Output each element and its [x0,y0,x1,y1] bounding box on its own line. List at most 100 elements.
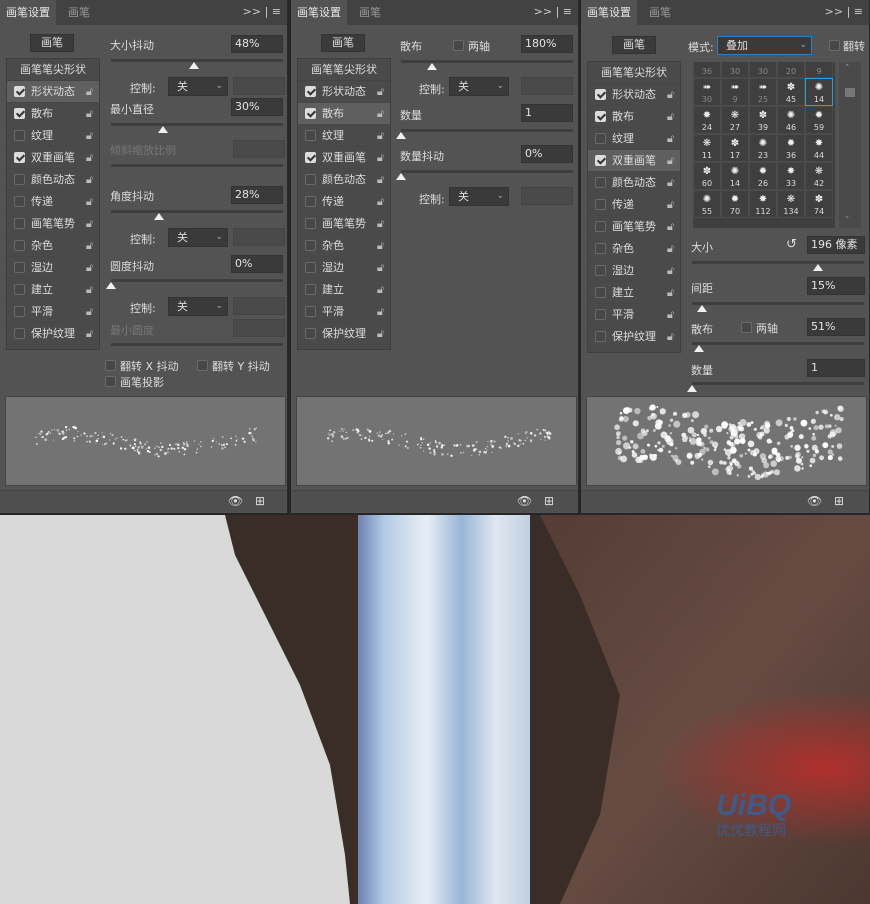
option-checkbox[interactable] [595,89,606,100]
option-checkbox[interactable] [14,152,25,163]
option-checkbox[interactable] [14,284,25,295]
scatter-input[interactable]: 180% [521,35,573,53]
new-brush-icon[interactable]: ⊞ [544,494,554,508]
option-item[interactable]: 形状动态 🔓︎ [588,84,680,106]
brush-tip-shape-item[interactable]: 画笔笔尖形状 [7,59,99,81]
option-checkbox[interactable] [14,240,25,251]
brush-tip-cell[interactable]: ✽ 45 [777,78,805,106]
brush-tip-cell[interactable]: ➠ 25 [749,78,777,106]
option-checkbox[interactable] [595,265,606,276]
brush-tip-cell[interactable]: ✹ 36 [777,134,805,162]
lock-icon[interactable]: 🔓︎ [377,301,384,323]
lock-icon[interactable]: 🔓︎ [377,213,384,235]
option-checkbox[interactable] [14,86,25,97]
lock-icon[interactable]: 🔓︎ [377,191,384,213]
brush-presets-button[interactable]: 画笔 [30,34,74,52]
tab-brush[interactable]: 画笔 [643,0,677,25]
option-checkbox[interactable] [595,243,606,254]
option-item[interactable]: 传递 🔓︎ [588,194,680,216]
brush-tip-cell[interactable]: ✺ 14 [805,78,833,106]
option-checkbox[interactable] [14,108,25,119]
brush-tip-shape-item[interactable]: 画笔笔尖形状 [298,59,390,81]
option-checkbox[interactable] [595,309,606,320]
lock-icon[interactable]: 🔓︎ [86,323,93,345]
slider-thumb[interactable] [693,345,704,352]
brush-tip-cell[interactable]: ➠ 30 [693,78,721,106]
brush-tip-cell[interactable]: ✽ 60 [693,162,721,190]
new-brush-icon[interactable]: ⊞ [834,494,844,508]
option-item[interactable]: 平滑 🔓︎ [588,304,680,326]
option-item[interactable]: 颜色动态 🔓︎ [588,172,680,194]
lock-icon[interactable]: 🔓︎ [377,257,384,279]
brush-tip-cell[interactable]: ✹ 59 [805,106,833,134]
count-slider[interactable] [687,382,864,392]
count-input[interactable]: 1 [521,104,573,122]
lock-icon[interactable]: 🔓︎ [667,326,674,348]
lock-icon[interactable]: 🔓︎ [667,128,674,150]
angle-jitter-input[interactable]: 28% [231,186,283,204]
option-checkbox[interactable] [14,262,25,273]
brush-tip-cell[interactable]: ✸ 112 [749,190,777,218]
option-checkbox[interactable] [14,306,25,317]
count-input[interactable]: 1 [807,359,865,377]
option-item[interactable]: 保护纹理 🔓︎ [7,323,99,345]
lock-icon[interactable]: 🔓︎ [377,81,384,103]
option-checkbox[interactable] [305,328,316,339]
lock-icon[interactable]: 🔓︎ [377,279,384,301]
flip-checkbox[interactable] [829,40,840,51]
toggle-preview-icon[interactable]: 👁 [517,494,532,508]
option-item[interactable]: 建立 🔓︎ [588,282,680,304]
lock-icon[interactable]: 🔓︎ [377,147,384,169]
option-checkbox[interactable] [595,331,606,342]
lock-icon[interactable]: 🔓︎ [377,169,384,191]
tab-brush-settings[interactable]: 画笔设置 [0,0,56,25]
scroll-down-icon[interactable]: ˅ [845,216,850,226]
option-checkbox[interactable] [305,108,316,119]
option-checkbox[interactable] [595,133,606,144]
slider-thumb[interactable] [396,173,406,180]
option-item[interactable]: 传递 🔓︎ [7,191,99,213]
scroll-thumb[interactable] [845,88,855,97]
option-item[interactable]: 保护纹理 🔓︎ [588,326,680,348]
size-input[interactable]: 196 像素 [807,236,865,254]
lock-icon[interactable]: 🔓︎ [667,84,674,106]
option-item[interactable]: 湿边 🔓︎ [588,260,680,282]
brush-tip-cell[interactable]: 30 [721,62,749,78]
lock-icon[interactable]: 🔓︎ [377,323,384,345]
option-item[interactable]: 形状动态 🔓︎ [298,81,390,103]
control-select[interactable]: 关 ⌄ [449,187,509,206]
option-item[interactable]: 散布 🔓︎ [588,106,680,128]
option-checkbox[interactable] [595,177,606,188]
lock-icon[interactable]: 🔓︎ [86,191,93,213]
option-item[interactable]: 建立 🔓︎ [298,279,390,301]
brush-tip-cell[interactable]: ✽ 74 [805,190,833,218]
option-checkbox[interactable] [305,196,316,207]
min-diameter-input[interactable]: 30% [231,98,283,116]
angle-jitter-slider[interactable] [111,210,283,220]
brush-presets-button[interactable]: 画笔 [321,34,365,52]
brush-tip-cell[interactable]: 20 [777,62,805,78]
lock-icon[interactable]: 🔓︎ [86,81,93,103]
option-checkbox[interactable] [305,86,316,97]
lock-icon[interactable]: 🔓︎ [86,147,93,169]
lock-icon[interactable]: 🔓︎ [667,216,674,238]
lock-icon[interactable]: 🔓︎ [377,235,384,257]
lock-icon[interactable]: 🔓︎ [86,169,93,191]
option-item[interactable]: 散布 🔓︎ [298,103,390,125]
option-item[interactable]: 双重画笔 🔓︎ [588,150,680,172]
min-diameter-slider[interactable] [111,123,283,133]
option-checkbox[interactable] [305,262,316,273]
tab-brush[interactable]: 画笔 [353,0,387,25]
option-checkbox[interactable] [595,155,606,166]
brush-tip-cell[interactable]: ✸ 44 [805,134,833,162]
count-slider[interactable] [396,129,573,139]
option-item[interactable]: 画笔笔势 🔓︎ [588,216,680,238]
option-item[interactable]: 颜色动态 🔓︎ [7,169,99,191]
option-checkbox[interactable] [595,111,606,122]
slider-thumb[interactable] [426,63,437,70]
option-item[interactable]: 杂色 🔓︎ [7,235,99,257]
option-item[interactable]: 保护纹理 🔓︎ [298,323,390,345]
panel-menu-icon[interactable]: >> | ≡ [534,5,572,18]
lock-icon[interactable]: 🔓︎ [86,301,93,323]
lock-icon[interactable]: 🔓︎ [667,260,674,282]
